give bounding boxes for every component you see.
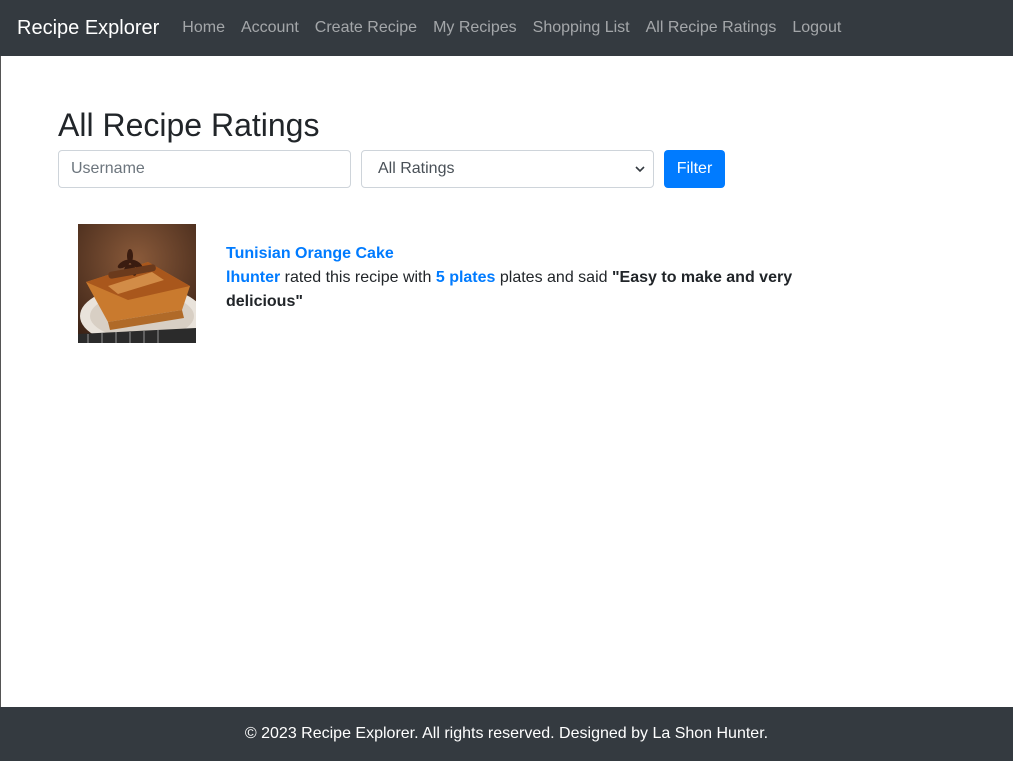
nav-create-recipe[interactable]: Create Recipe — [315, 19, 417, 37]
page-title: All Recipe Ratings — [58, 107, 320, 143]
page-footer: © 2023 Recipe Explorer. All rights reser… — [0, 707, 1013, 761]
rating-select[interactable]: All Ratings — [361, 150, 654, 188]
nav-account[interactable]: Account — [241, 19, 299, 37]
brand-link[interactable]: Recipe Explorer — [17, 17, 159, 40]
nav-links: Home Account Create Recipe My Recipes Sh… — [182, 19, 857, 37]
username-input[interactable] — [58, 150, 351, 188]
nav-shopping-list[interactable]: Shopping List — [533, 19, 630, 37]
recipe-title-link[interactable]: Tunisian Orange Cake — [226, 242, 798, 266]
rating-text-after: plates and said — [495, 269, 612, 286]
rating-text-middle: rated this recipe with — [280, 269, 436, 286]
rating-user-link[interactable]: lhunter — [226, 269, 280, 286]
nav-all-recipe-ratings[interactable]: All Recipe Ratings — [646, 19, 777, 37]
rating-plates-link[interactable]: 5 plates — [436, 269, 496, 286]
top-navbar: Recipe Explorer Home Account Create Reci… — [0, 0, 1013, 56]
nav-logout[interactable]: Logout — [792, 19, 841, 37]
rating-text: Tunisian Orange Cake lhunter rated this … — [226, 242, 798, 314]
recipe-thumbnail[interactable] — [78, 224, 196, 343]
rating-select-value: All Ratings — [378, 160, 455, 177]
nav-my-recipes[interactable]: My Recipes — [433, 19, 517, 37]
chevron-down-icon — [635, 166, 645, 173]
footer-text: © 2023 Recipe Explorer. All rights reser… — [244, 725, 769, 742]
nav-home[interactable]: Home — [182, 19, 225, 37]
filter-button[interactable]: Filter — [664, 150, 725, 188]
